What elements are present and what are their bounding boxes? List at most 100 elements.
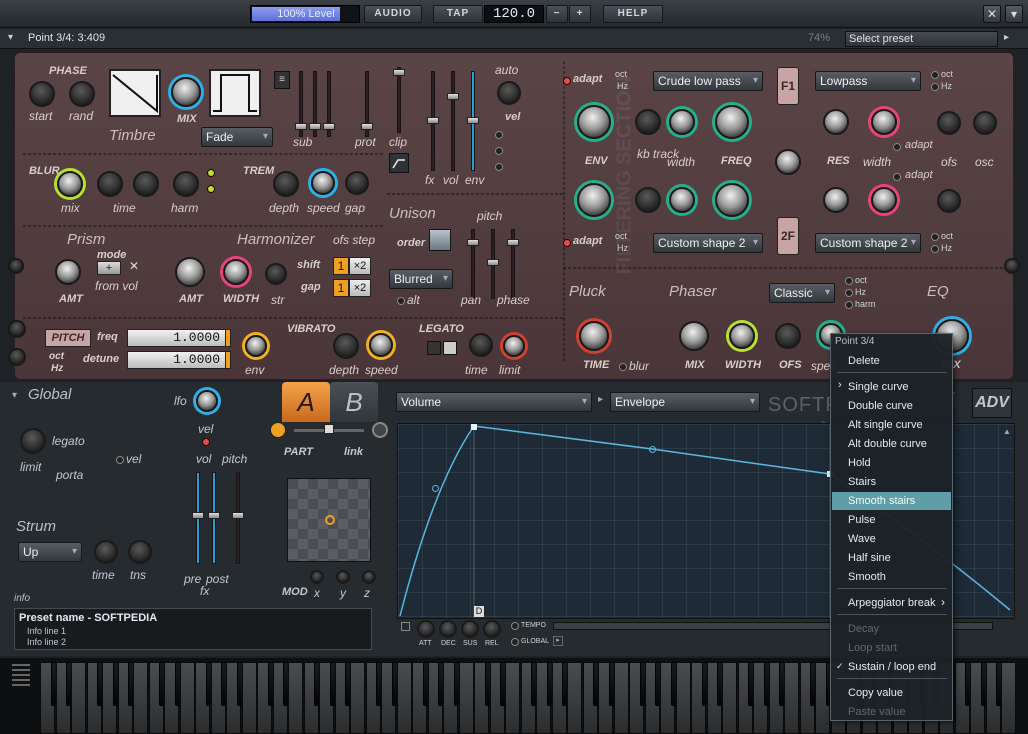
pluck-blur-radio[interactable] [619,363,627,371]
envelope-point-1[interactable] [432,485,439,492]
prism-mode-remove-icon[interactable]: ✕ [129,259,139,273]
vol-slider[interactable] [451,71,455,171]
vibrato-speed-knob[interactable] [369,333,393,357]
piano-white-key[interactable] [242,662,257,734]
harmonizer-width-knob[interactable] [223,259,249,285]
sus-knob[interactable] [461,620,479,638]
vel-curve-radio-1[interactable] [495,131,503,139]
keyboard-grip-icon[interactable] [12,664,30,686]
mod-y-knob[interactable] [336,570,350,584]
f2-env-knob[interactable] [577,183,611,217]
f2-freq-knob[interactable] [715,183,749,217]
limit-knob[interactable] [20,428,46,454]
phaser-oct-radio[interactable] [845,277,853,285]
lfo-knob[interactable] [196,390,218,412]
global-pitch-slider-cap[interactable] [232,512,244,519]
f1-width-knob[interactable] [669,109,695,135]
mod-xy-pad[interactable] [287,478,371,562]
pitch-env-knob[interactable] [245,335,267,357]
mod-xy-point[interactable] [325,515,335,525]
f1-width2-knob[interactable] [871,109,897,135]
menu-item-pulse[interactable]: Pulse [832,511,951,529]
part-slider-thumb[interactable] [324,424,334,434]
side-left-button-3[interactable] [8,348,26,366]
tab-a[interactable]: A [282,382,330,422]
help-button[interactable]: HELP [603,5,663,23]
env-slider-cap[interactable] [467,117,479,124]
preset-menu-arrow-icon[interactable]: ▸ [1004,32,1009,43]
menu-item-delete[interactable]: Delete [832,352,951,370]
f1-hz-radio[interactable] [931,83,939,91]
legato-mode-button-1[interactable] [427,341,441,355]
clip-slider-cap[interactable] [393,69,405,76]
f1-env-knob[interactable] [577,105,611,139]
unison-pitch-slider-cap[interactable] [487,259,499,266]
envelope-decay-marker[interactable]: D [474,606,484,617]
prism-mode-add-button[interactable]: + [97,261,121,275]
piano-white-key[interactable] [350,662,365,734]
menu-item-smooth-stairs[interactable]: Smooth stairs [832,492,951,510]
global-arrow-icon[interactable]: ▾ [12,390,17,401]
envelope-play-icon[interactable]: ▸ [553,636,563,646]
unison-phase-slider-cap[interactable] [507,239,519,246]
unison-alt-radio[interactable] [397,297,405,305]
global-post-slider-cap[interactable] [208,512,220,519]
f2-width2-knob[interactable] [871,187,897,213]
mod-z-knob[interactable] [362,570,376,584]
timbre-wave-display-b[interactable] [209,69,261,117]
f1-adapt-radio[interactable] [893,143,901,151]
vel-curve-radio-2[interactable] [495,147,503,155]
menu-item-double-curve[interactable]: Double curve [832,397,951,415]
trem-gap-knob[interactable] [345,171,369,195]
timbre-wave-display-a[interactable] [109,69,161,117]
menu-item-copy-value[interactable]: Copy value [832,684,951,702]
legato-mode-button-2[interactable] [443,341,457,355]
menu-item-half-sine[interactable]: Half sine [832,549,951,567]
phaser-width-knob[interactable] [729,323,755,349]
clip-slider[interactable] [397,67,401,133]
harmonizer-gap-value[interactable]: 1 [333,279,349,297]
harmonizer-shift-value[interactable]: 1 [333,257,349,275]
porta-vel-radio[interactable] [116,456,124,464]
piano-white-key[interactable] [505,662,520,734]
phaser-harm-radio[interactable] [845,301,853,309]
menu-item-smooth[interactable]: Smooth [832,568,951,586]
f1-type-select[interactable]: Crude low pass [653,71,763,91]
strum-time-knob[interactable] [94,540,118,564]
piano-white-key[interactable] [614,662,629,734]
menu-item-arpeggiator-break[interactable]: Arpeggiator break [832,594,951,612]
filter-mix-knob[interactable] [775,149,801,175]
menu-item-alt-single-curve[interactable]: Alt single curve [832,416,951,434]
f2-hz-radio[interactable] [931,245,939,253]
window-menu-icon[interactable]: ▾ [1005,5,1023,23]
tempo-increment-button[interactable]: + [569,5,591,23]
vol-slider-cap[interactable] [447,93,459,100]
piano-white-key[interactable] [1001,662,1016,734]
fx-slider-cap[interactable] [427,117,439,124]
menu-item-hold[interactable]: Hold [832,454,951,472]
blur-mix-knob[interactable] [57,171,83,197]
side-right-button-1[interactable] [1004,258,1020,274]
tempo-display[interactable]: 120.0 [484,5,544,23]
harmonizer-gap-multiplier[interactable]: ×2 [349,279,371,297]
blur-time-knob-2[interactable] [133,171,159,197]
piano-white-key[interactable] [567,662,582,734]
tempo-decrement-button[interactable]: − [546,5,568,23]
legato-limit-knob[interactable] [503,335,525,357]
unison-mode-select[interactable]: Blurred [389,269,453,289]
audio-button[interactable]: AUDIO [364,5,422,23]
f1-freq-knob[interactable] [715,105,749,139]
phase-start-knob[interactable] [29,81,55,107]
envelope-target-select[interactable]: Volume [396,392,592,412]
f1-oct-radio[interactable] [931,71,939,79]
piano-white-key[interactable] [784,662,799,734]
sub-slider-1-cap[interactable] [295,123,307,130]
f2-ofs-knob[interactable] [937,189,961,213]
f1-ofs-knob[interactable] [937,111,961,135]
phaser-ofs-knob[interactable] [775,323,801,349]
blur-led-2[interactable] [207,185,215,193]
part-end-button[interactable] [372,422,388,438]
trem-depth-knob[interactable] [273,171,299,197]
global-radio[interactable] [511,638,519,646]
f1-mode-select[interactable]: Lowpass [815,71,921,91]
